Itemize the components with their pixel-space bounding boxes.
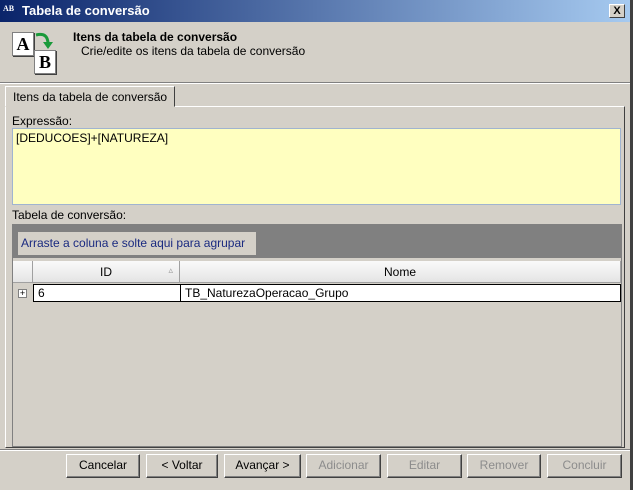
- group-by-hint[interactable]: Arraste a coluna e solte aqui para agrup…: [18, 232, 256, 255]
- cancel-button[interactable]: Cancelar: [66, 454, 140, 478]
- tab-itens[interactable]: Itens da tabela de conversão: [5, 86, 176, 107]
- title-bar: AB Tabela de conversão X: [0, 0, 630, 22]
- table-label: Tabela de conversão:: [12, 208, 127, 222]
- icon-card-b: B: [34, 50, 56, 74]
- header-divider: [0, 82, 630, 84]
- edit-button[interactable]: Editar: [387, 454, 462, 478]
- column-header-nome[interactable]: Nome: [180, 261, 621, 283]
- app-icon: AB: [3, 4, 15, 13]
- sort-indicator-icon: ▵: [168, 265, 173, 275]
- window-title: Tabela de conversão: [22, 3, 150, 18]
- group-by-panel: Arraste a coluna e solte aqui para agrup…: [13, 225, 621, 258]
- expression-input[interactable]: [DEDUCOES]+[NATUREZA]: [12, 128, 621, 205]
- cell-nome[interactable]: TB_NaturezaOperacao_Grupo: [180, 284, 621, 302]
- close-button[interactable]: X: [609, 4, 625, 18]
- row-header-corner: [13, 261, 33, 283]
- column-header-id[interactable]: ID ▵: [33, 261, 180, 283]
- remove-button[interactable]: Remover: [467, 454, 541, 478]
- column-header-id-label: ID: [100, 265, 112, 279]
- expression-label: Expressão:: [12, 114, 73, 128]
- header-title: Itens da tabela de conversão: [73, 30, 238, 44]
- header-subtitle: Crie/edite os itens da tabela de convers…: [81, 44, 306, 58]
- finish-button[interactable]: Concluir: [547, 454, 622, 478]
- expand-row-icon[interactable]: +: [18, 289, 27, 298]
- arrow-icon: [35, 32, 53, 49]
- footer-divider: [0, 449, 630, 451]
- back-button[interactable]: < Voltar: [146, 454, 218, 478]
- conversion-grid: Arraste a coluna e solte aqui para agrup…: [12, 224, 622, 447]
- add-button[interactable]: Adicionar: [306, 454, 381, 478]
- next-button[interactable]: Avançar >: [224, 454, 301, 478]
- icon-card-a: A: [12, 32, 34, 56]
- cell-id[interactable]: 6: [33, 284, 181, 302]
- conversion-icon: A B: [12, 30, 58, 78]
